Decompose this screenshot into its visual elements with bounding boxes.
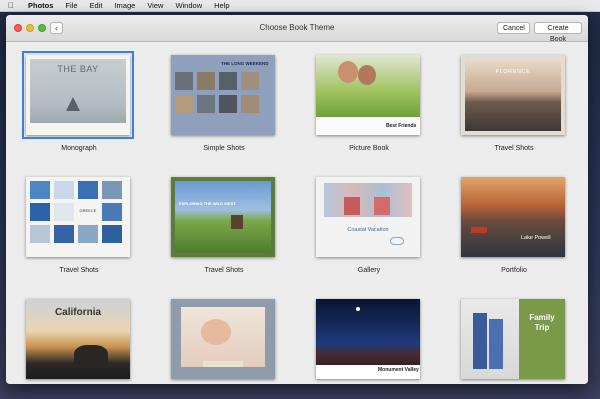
cover-photo bbox=[344, 197, 360, 215]
menu-bar:  Photos File Edit Image View Window Hel… bbox=[0, 0, 600, 12]
theme-name: Travel Shots bbox=[59, 267, 99, 274]
cover-photo bbox=[54, 203, 74, 221]
theme-cover[interactable]: Monument Valley bbox=[316, 299, 420, 379]
menu-file[interactable]: File bbox=[59, 1, 83, 10]
theme-name: Portfolio bbox=[501, 267, 527, 274]
cover-photo bbox=[241, 95, 259, 113]
menu-image[interactable]: Image bbox=[108, 1, 141, 10]
theme-gallery[interactable]: Coastal Vacation Gallery bbox=[296, 164, 442, 284]
theme-name: Gallery bbox=[357, 267, 381, 274]
cancel-button[interactable]: Cancel bbox=[497, 22, 530, 34]
cover-photo bbox=[219, 72, 237, 90]
theme-grid: THE BAY Monograph THE LONG WEEKEND Simpl… bbox=[6, 42, 588, 384]
theme-name: Monograph bbox=[61, 145, 97, 152]
moon-icon bbox=[356, 307, 360, 311]
cover-photo bbox=[175, 72, 193, 90]
cover-title: California bbox=[54, 307, 102, 318]
cover-photo bbox=[30, 225, 50, 243]
theme-monograph[interactable]: THE BAY Monograph bbox=[6, 42, 152, 162]
cover-photo bbox=[197, 72, 215, 90]
cover-title: Monument Valley bbox=[378, 367, 419, 373]
theme-cover[interactable]: THE LONG WEEKEND bbox=[171, 55, 275, 135]
cover-title: Family Trip bbox=[529, 313, 555, 332]
cover-band bbox=[519, 299, 565, 379]
cover-title: FLORENCE bbox=[495, 69, 531, 75]
theme-travel-shots-wild-west[interactable]: EXPLORING THE WILD WEST Travel Shots bbox=[151, 164, 297, 284]
cover-title: THE BAY bbox=[57, 64, 99, 74]
cover-title: Coastal Vacation bbox=[347, 227, 389, 233]
cover-photo bbox=[489, 319, 503, 369]
theme-travel-shots-florence[interactable]: FLORENCE Travel Shots bbox=[441, 42, 587, 162]
cover-title: Best Friends bbox=[386, 123, 417, 129]
theme-name: Travel Shots bbox=[494, 145, 534, 152]
cover-photo bbox=[175, 181, 271, 253]
theme-name: Picture Book bbox=[349, 145, 389, 152]
cover-photo bbox=[231, 215, 243, 229]
cover-photo bbox=[78, 181, 98, 199]
theme-simple-shots[interactable]: THE LONG WEEKEND Simple Shots bbox=[151, 42, 297, 162]
cover-title: Lake Powell bbox=[521, 235, 551, 241]
theme-picture-book[interactable]: Best Friends Picture Book bbox=[296, 42, 442, 162]
cover-photo bbox=[30, 181, 50, 199]
cover-photo bbox=[324, 183, 412, 217]
menu-window[interactable]: Window bbox=[169, 1, 208, 10]
menu-help[interactable]: Help bbox=[208, 1, 235, 10]
theme-cover[interactable]: California bbox=[26, 299, 130, 379]
theme-travel-shots-greece[interactable]: GREECE Travel Shots bbox=[6, 164, 152, 284]
cover-photo bbox=[358, 65, 376, 85]
cover-title: EXPLORING THE WILD WEST bbox=[179, 201, 236, 206]
cover-photo bbox=[241, 72, 259, 90]
theme-cover[interactable]: Lake Powell bbox=[461, 177, 565, 257]
theme-name: Travel Shots bbox=[204, 267, 244, 274]
theme-cover[interactable]: Coastal Vacation bbox=[316, 177, 420, 257]
create-book-button[interactable]: Create Book bbox=[534, 22, 582, 43]
theme-name: Simple Shots bbox=[203, 145, 245, 152]
title-bar: ‹ Choose Book Theme Cancel Create Book bbox=[6, 15, 588, 43]
cover-photo bbox=[197, 95, 215, 113]
cover-title: THE LONG WEEKEND bbox=[221, 61, 269, 66]
cover-photo bbox=[54, 181, 74, 199]
theme-baby[interactable] bbox=[151, 286, 297, 384]
cloud-icon bbox=[390, 237, 404, 245]
cover-photo bbox=[374, 197, 390, 215]
theme-cover[interactable]: FLORENCE bbox=[461, 55, 565, 135]
cover-photo bbox=[473, 313, 487, 369]
theme-monument-valley[interactable]: Monument Valley bbox=[296, 286, 442, 384]
cover-photo bbox=[78, 225, 98, 243]
apple-icon[interactable]:  bbox=[0, 1, 22, 10]
menu-photos[interactable]: Photos bbox=[22, 1, 59, 10]
book-theme-window: ‹ Choose Book Theme Cancel Create Book T… bbox=[6, 15, 588, 384]
theme-cover[interactable]: Best Friends bbox=[316, 55, 420, 135]
theme-portfolio[interactable]: Lake Powell Portfolio bbox=[441, 164, 587, 284]
cover-photo bbox=[74, 345, 108, 367]
cover-photo bbox=[175, 95, 193, 113]
theme-cover[interactable]: THE BAY bbox=[22, 51, 134, 139]
cover-photo bbox=[201, 319, 231, 345]
theme-california[interactable]: California bbox=[6, 286, 152, 384]
menu-edit[interactable]: Edit bbox=[84, 1, 109, 10]
theme-family-trip[interactable]: Family Trip bbox=[441, 286, 587, 384]
menu-view[interactable]: View bbox=[141, 1, 169, 10]
cover-title-plate bbox=[203, 361, 243, 367]
theme-cover[interactable]: EXPLORING THE WILD WEST bbox=[171, 177, 275, 257]
cover-photo bbox=[102, 225, 122, 243]
cover-photo bbox=[102, 181, 122, 199]
cover-photo bbox=[219, 95, 237, 113]
cover-photo bbox=[54, 225, 74, 243]
theme-cover[interactable] bbox=[171, 299, 275, 379]
theme-cover[interactable]: GREECE bbox=[26, 177, 130, 257]
cover-title: GREECE bbox=[79, 208, 97, 213]
cover-photo bbox=[338, 61, 358, 83]
cover-photo bbox=[461, 177, 565, 257]
cover-photo bbox=[102, 203, 122, 221]
cover-photo bbox=[30, 203, 50, 221]
cover-photo bbox=[471, 227, 487, 233]
theme-cover[interactable]: Family Trip bbox=[461, 299, 565, 379]
